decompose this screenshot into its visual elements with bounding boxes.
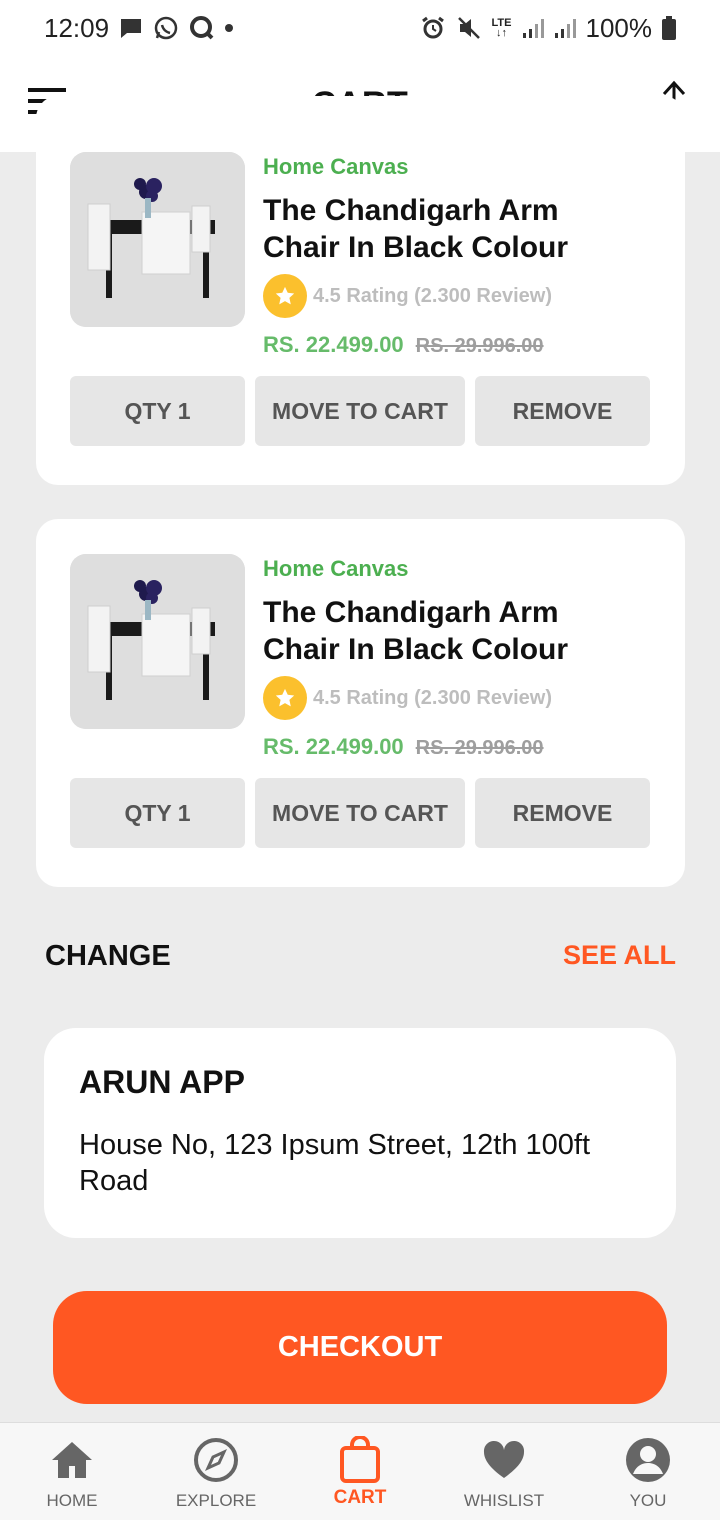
cart-item-card: Home Canvas The Chandigarh Arm Chair In … xyxy=(36,519,685,887)
mute-icon xyxy=(456,15,482,41)
bag-icon xyxy=(337,1436,383,1483)
star-icon xyxy=(263,676,307,720)
nav-label: HOME xyxy=(46,1491,98,1510)
status-left: 12:09 xyxy=(44,12,234,44)
price: RS. 22.499.00 xyxy=(263,734,404,759)
nav-item-you[interactable]: YOU xyxy=(576,1423,720,1520)
remove-button[interactable]: REMOVE xyxy=(475,778,650,848)
product-name[interactable]: The Chandigarh Arm Chair In Black Colour xyxy=(263,594,663,668)
lte-icon: LTE ↓↑ xyxy=(491,17,512,39)
see-all-link[interactable]: SEE ALL xyxy=(563,940,676,971)
qty-button[interactable]: QTY 1 xyxy=(70,778,245,848)
old-price: RS. 29.996.00 xyxy=(415,335,544,357)
nav-label: WHISLIST xyxy=(463,1491,545,1510)
remove-button[interactable]: REMOVE xyxy=(475,376,650,446)
notification-dot-icon xyxy=(225,24,234,32)
move-to-cart-button[interactable]: MOVE TO CART xyxy=(255,376,465,446)
product-image[interactable] xyxy=(70,152,245,327)
nav-item-cart[interactable]: CART xyxy=(288,1423,432,1520)
cart-item-card: Home Canvas The Chandigarh Arm Chair In … xyxy=(36,96,685,485)
search-app-icon xyxy=(189,15,215,41)
status-bar: 12:09 LTE ↓↑ 100% xyxy=(0,0,720,56)
checkout-button[interactable]: CHECKOUT xyxy=(53,1291,667,1404)
rating-row: 4.5 Rating (2.300 Review) xyxy=(263,274,552,318)
nav-label: CART xyxy=(333,1487,387,1508)
star-icon xyxy=(263,274,307,318)
whatsapp-icon xyxy=(153,15,179,41)
bottom-nav: HOME EXPLORE CART WHISLIST YOU xyxy=(0,1422,720,1520)
battery-icon xyxy=(662,16,676,40)
nav-item-explore[interactable]: EXPLORE xyxy=(144,1423,288,1520)
user-icon xyxy=(625,1437,671,1483)
address-name: ARUN APP xyxy=(79,1064,245,1100)
compass-icon xyxy=(193,1437,239,1483)
signal-icon xyxy=(522,17,544,39)
nav-label: EXPLORE xyxy=(175,1491,257,1510)
nav-item-home[interactable]: HOME xyxy=(0,1423,144,1520)
product-image[interactable] xyxy=(70,554,245,729)
product-name[interactable]: The Chandigarh Arm Chair In Black Colour xyxy=(263,192,663,266)
message-icon xyxy=(119,17,143,39)
address-line: House No, 123 Ipsum Street, 12th 100ft R… xyxy=(79,1129,591,1197)
rating-text: 4.5 Rating (2.300 Review) xyxy=(313,686,552,709)
product-name-line: The Chandigarh Arm xyxy=(263,596,559,629)
status-time: 12:09 xyxy=(44,12,110,43)
address-section-title[interactable]: CHANGE xyxy=(45,940,171,973)
product-brand: Home Canvas xyxy=(263,154,409,179)
heart-icon xyxy=(481,1437,527,1483)
price-row: RS. 22.499.00 RS. 29.996.00 xyxy=(263,332,544,358)
signal-2-icon xyxy=(554,17,576,39)
alarm-icon xyxy=(420,15,446,41)
home-icon xyxy=(49,1437,95,1483)
price: RS. 22.499.00 xyxy=(263,332,404,357)
address-card[interactable]: ARUN APP House No, 123 Ipsum Street, 12t… xyxy=(44,1028,676,1238)
status-right: LTE ↓↑ 100% xyxy=(420,13,676,44)
product-name-line: Chair In Black Colour xyxy=(263,633,569,666)
product-brand: Home Canvas xyxy=(263,556,409,581)
rating-row: 4.5 Rating (2.300 Review) xyxy=(263,676,552,720)
old-price: RS. 29.996.00 xyxy=(415,737,544,759)
battery-percent: 100% xyxy=(585,12,653,43)
product-name-line: The Chandigarh Arm xyxy=(263,194,559,227)
product-name-line: Chair In Black Colour xyxy=(263,231,569,264)
move-to-cart-button[interactable]: MOVE TO CART xyxy=(255,778,465,848)
qty-button[interactable]: QTY 1 xyxy=(70,376,245,446)
rating-text: 4.5 Rating (2.300 Review) xyxy=(313,284,552,307)
nav-label: YOU xyxy=(629,1491,667,1510)
price-row: RS. 22.499.00 RS. 29.996.00 xyxy=(263,734,544,760)
nav-item-wishlist[interactable]: WHISLIST xyxy=(432,1423,576,1520)
